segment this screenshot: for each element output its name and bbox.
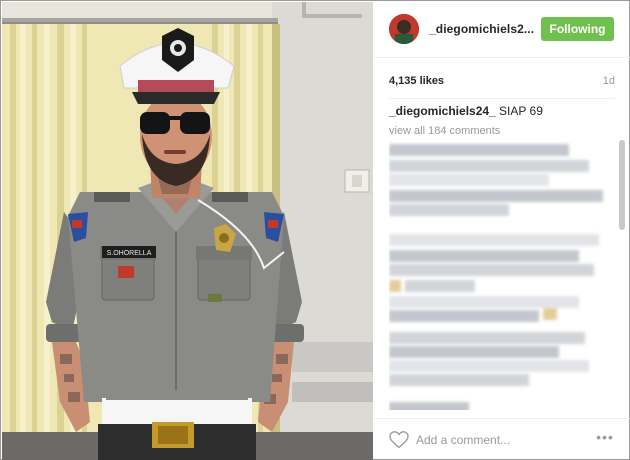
view-all-comments-link[interactable]: view all 184 comments — [389, 125, 500, 137]
post-photo-image: S.OHORELLA — [2, 2, 373, 460]
following-button[interactable]: Following — [541, 17, 614, 41]
post-caption: _diegomichiels24_ SIAP 69 — [389, 104, 615, 118]
blurred-comments — [389, 140, 615, 410]
heart-icon[interactable] — [389, 431, 409, 449]
post-sidebar: _diegomichiels2... Following 4,135 likes… — [374, 2, 630, 460]
header-username[interactable]: _diegomichiels2... — [429, 22, 534, 36]
caption-username[interactable]: _diegomichiels24_ — [389, 104, 496, 118]
name-tag-text: S.OHORELLA — [107, 250, 152, 257]
comment-bar: ••• — [374, 418, 630, 460]
comments-scrollbar-thumb[interactable] — [619, 140, 625, 230]
more-options-icon[interactable]: ••• — [593, 429, 617, 449]
likes-row: 4,135 likes 1d — [389, 75, 615, 91]
caption-text: SIAP 69 — [495, 104, 543, 118]
post-window: S.OHORELLA _diegomichiels2... Following … — [0, 0, 630, 460]
avatar[interactable] — [389, 14, 419, 44]
comments-scrollbar[interactable] — [619, 140, 625, 410]
post-photo[interactable]: S.OHORELLA — [2, 2, 373, 460]
likes-count[interactable]: 4,135 likes — [389, 75, 444, 87]
likes-divider — [389, 98, 615, 99]
post-header: _diegomichiels2... Following — [374, 2, 630, 58]
avatar-image — [389, 14, 419, 44]
add-comment-input[interactable] — [416, 431, 586, 449]
post-age[interactable]: 1d — [603, 75, 615, 87]
